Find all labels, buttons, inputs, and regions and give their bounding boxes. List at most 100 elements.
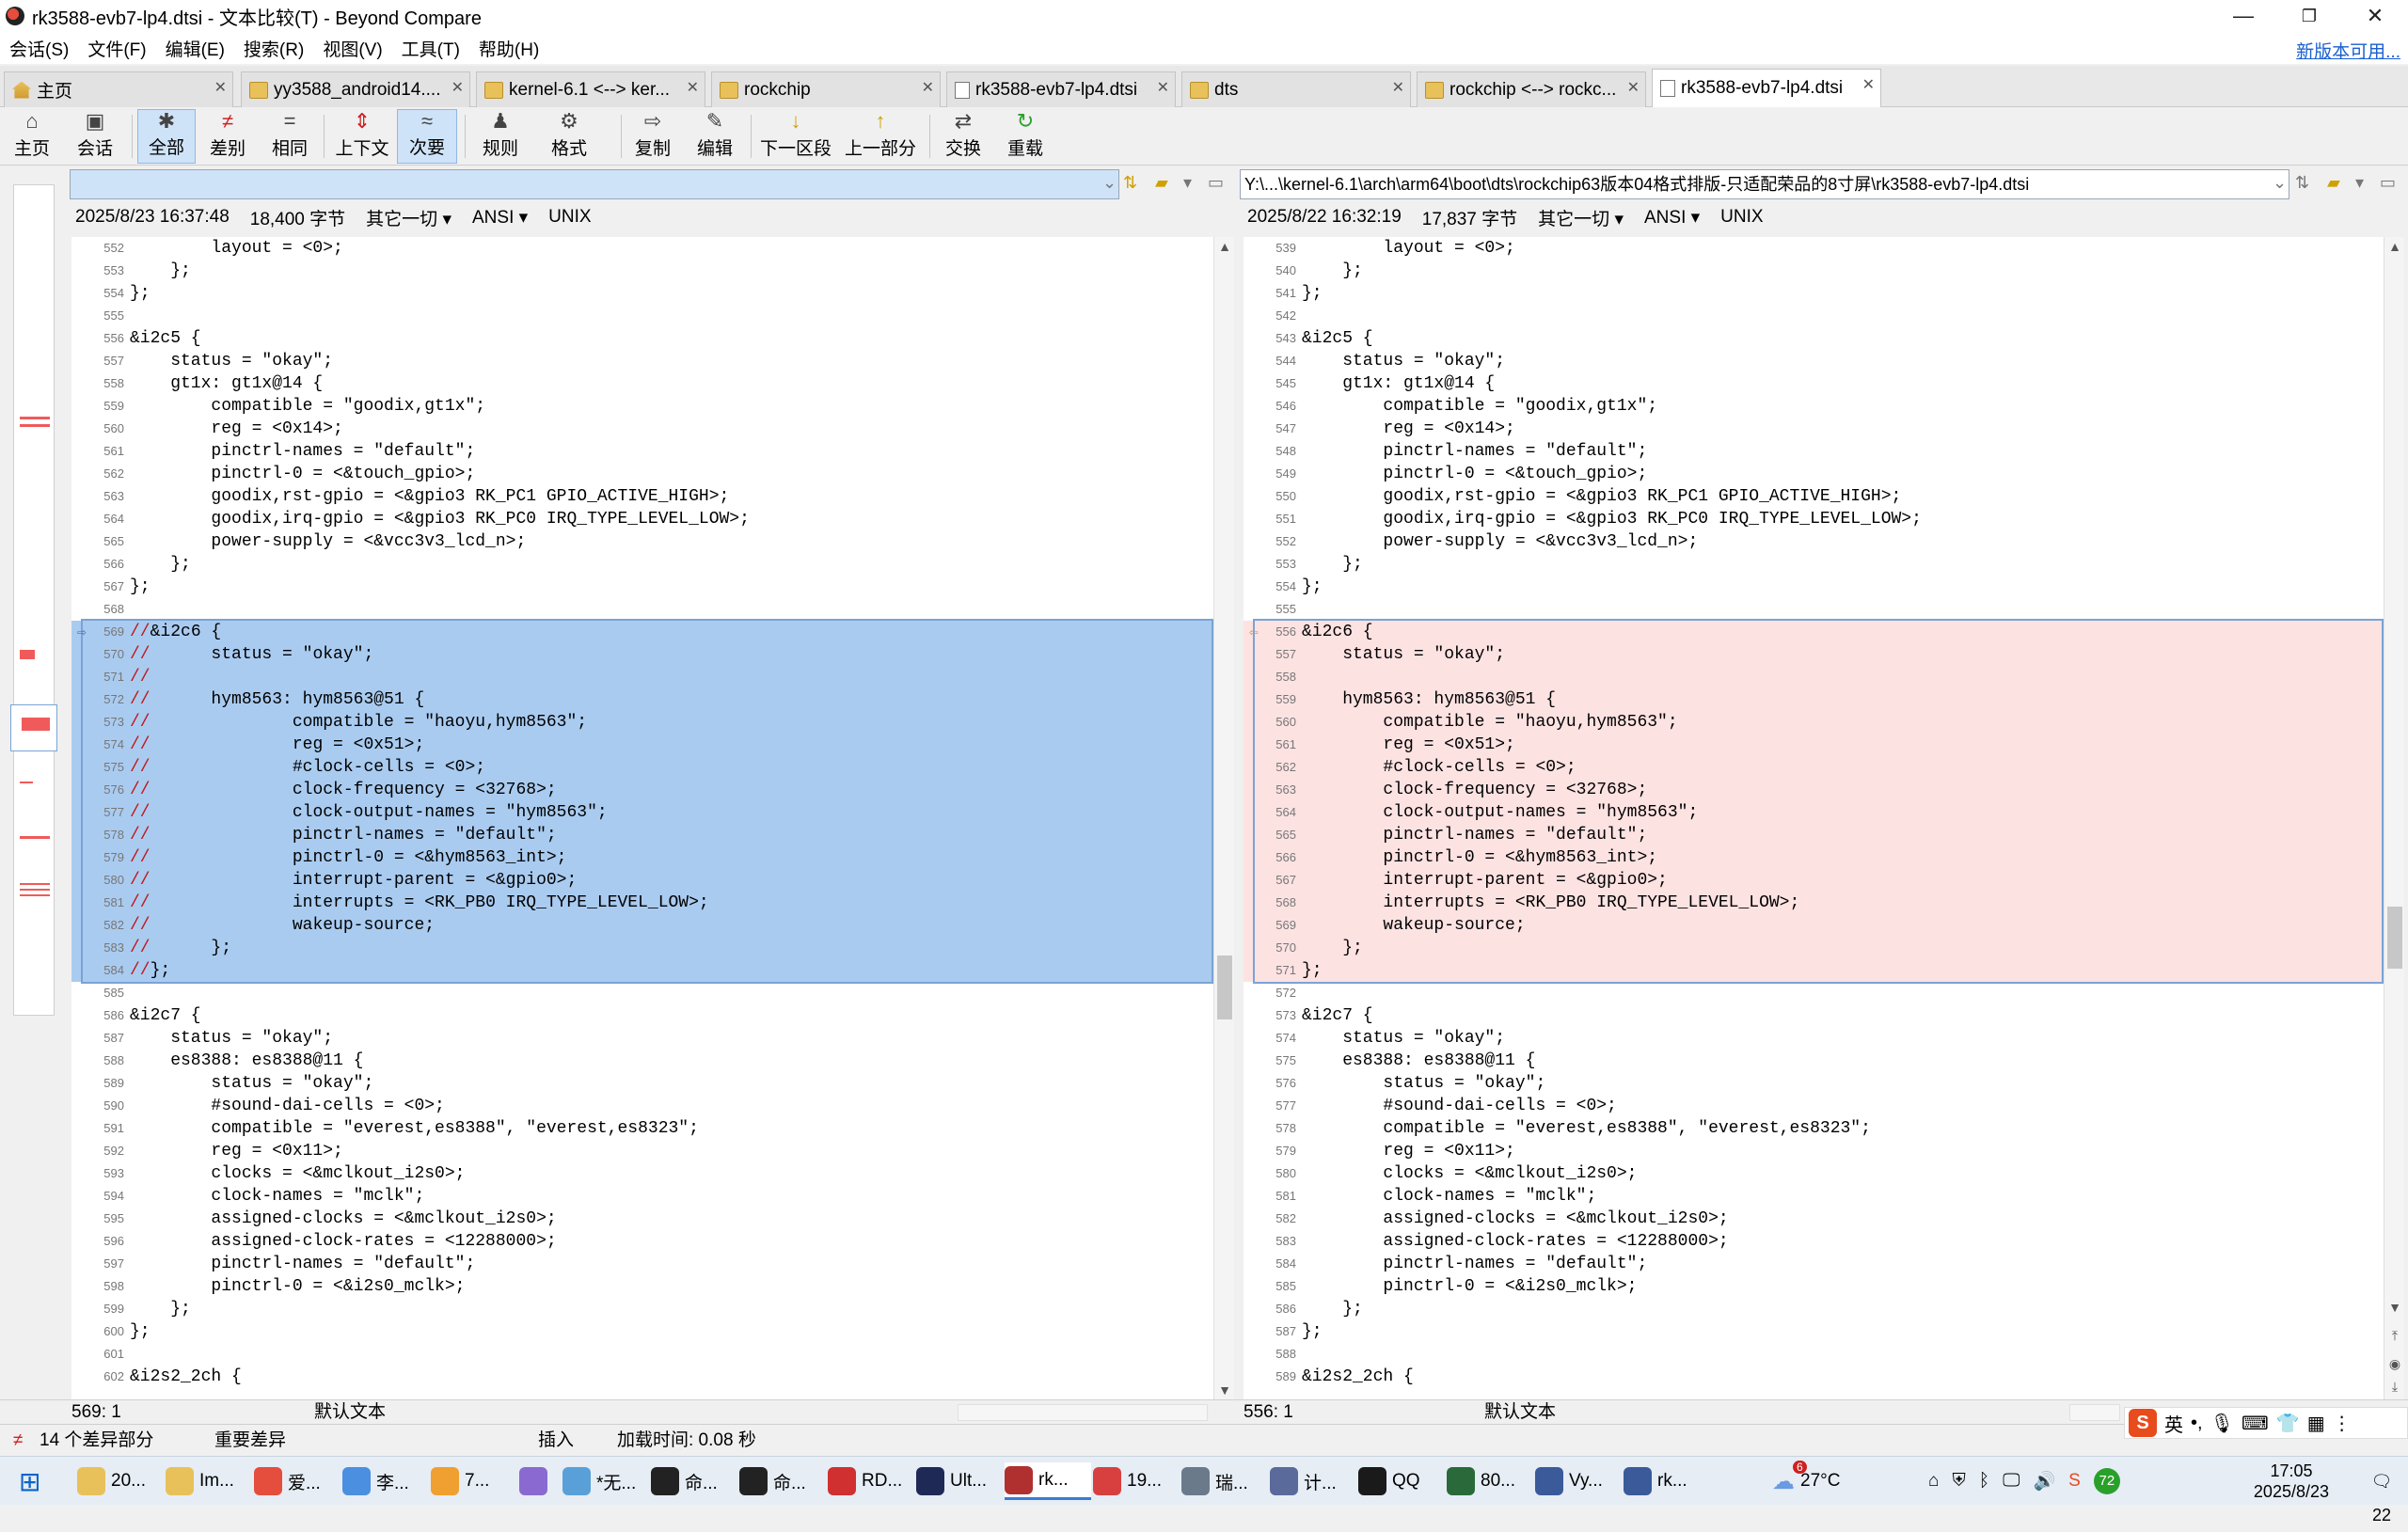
close-icon[interactable]: ✕ [687,78,699,97]
taskbar-app[interactable]: rk... [1624,1462,1710,1500]
scroll-down-icon[interactable]: ▼ [2384,1300,2405,1315]
code-line[interactable]: 556 &i2c5 { [71,327,1213,350]
save-icon[interactable]: ▭ [2380,173,2396,193]
code-line[interactable]: 539 layout = <0>; [1244,237,2384,260]
code-line[interactable]: 602 &i2s2_2ch { [71,1366,1213,1388]
taskbar-app[interactable]: RD... [828,1462,914,1500]
close-icon[interactable]: ✕ [1157,78,1169,97]
system-clock[interactable]: 17:05 2025/8/23 [2254,1461,2329,1502]
code-line[interactable]: 596 assigned-clock-rates = <12288000>; [71,1230,1213,1253]
usb-icon[interactable]: ⌂ [1928,1471,1939,1492]
code-line[interactable]: 546 compatible = "goodix,gt1x"; [1244,395,2384,418]
left-encoding-dropdown[interactable]: ANSI ▾ [472,207,528,229]
code-line[interactable]: 580 // interrupt-parent = <&gpio0>; [71,869,1213,892]
tab-kernel-compare[interactable]: kernel-6.1 <--> ker... ✕ [476,71,705,107]
code-line[interactable]: 550 goodix,rst-gpio = <&gpio3 RK_PC1 GPI… [1244,485,2384,508]
code-line[interactable]: 566 pinctrl-0 = <&hym8563_int>; [1244,846,2384,869]
code-line[interactable]: 594 clock-names = "mclk"; [71,1185,1213,1208]
code-line[interactable]: 584 pinctrl-names = "default"; [1244,1253,2384,1275]
code-line[interactable]: 560 reg = <0x14>; [71,418,1213,440]
code-line[interactable]: 583 assigned-clock-rates = <12288000>; [1244,1230,2384,1253]
code-line[interactable]: 595 assigned-clocks = <&mclkout_i2s0>; [71,1208,1213,1230]
code-line[interactable]: 585 [71,982,1213,1004]
menu-file[interactable]: 文件(F) [78,36,155,61]
swap-folder-icon[interactable]: ⇅ [2295,173,2309,193]
close-icon[interactable]: ✕ [214,78,227,97]
menu-edit[interactable]: 编辑(E) [156,36,234,61]
open-folder-icon[interactable]: ▰ [2327,173,2340,193]
tab-rk3588-dtsi-active[interactable]: rk3588-evb7-lp4.dtsi ✕ [1652,69,1881,107]
code-line[interactable]: 579 reg = <0x11>; [1244,1140,2384,1162]
code-line[interactable]: 586 }; [1244,1298,2384,1320]
code-line[interactable]: 565 pinctrl-names = "default"; [1244,824,2384,846]
code-line[interactable]: 545 gt1x: gt1x@14 { [1244,372,2384,395]
close-button[interactable]: ✕ [2342,0,2408,32]
copy-right-arrow-icon[interactable]: ⇨ [77,623,87,641]
minimize-button[interactable]: — [2210,0,2276,32]
code-line[interactable]: 593 clocks = <&mclkout_i2s0>; [71,1162,1213,1185]
code-line[interactable]: 559 compatible = "goodix,gt1x"; [71,395,1213,418]
taskbar-app[interactable]: 80... [1447,1462,1533,1500]
right-text-pane[interactable]: 539 layout = <0>; 540 }; 541}; 542 543 &i2c5 … [1244,237,2384,1399]
skin-icon[interactable]: 👕 [2276,1412,2300,1435]
code-line[interactable]: 554}; [71,282,1213,305]
code-line[interactable]: 542 [1244,305,2384,327]
code-line[interactable]: 567 interrupt-parent = <&gpio0>; [1244,869,2384,892]
code-line[interactable]: 569 wakeup-source; [1244,914,2384,937]
taskbar-app[interactable] [519,1462,561,1500]
taskbar-app[interactable]: 李... [342,1462,429,1500]
code-line[interactable]: 566 }; [71,553,1213,576]
code-line[interactable]: 552 power-supply = <&vcc3v3_lcd_n>; [1244,530,2384,553]
code-line[interactable]: 597 pinctrl-names = "default"; [71,1253,1213,1275]
toolbox-icon[interactable]: ▦ [2307,1412,2325,1435]
code-line[interactable]: 561 pinctrl-names = "default"; [71,440,1213,463]
session-button[interactable]: ▣ 会话 [62,109,128,164]
code-line[interactable]: 577 // clock-output-names = "hym8563"; [71,801,1213,824]
tab-dts[interactable]: dts ✕ [1181,71,1411,107]
code-line[interactable]: 587}; [1244,1320,2384,1343]
code-line[interactable]: 585 pinctrl-0 = <&i2s0_mclk>; [1244,1275,2384,1298]
new-version-link[interactable]: 新版本可用... [2296,38,2400,63]
network-icon[interactable]: 🖵 [2003,1471,2020,1492]
menu-search[interactable]: 搜索(R) [234,36,313,61]
scroll-up-icon[interactable]: ▲ [1214,239,1235,254]
code-line[interactable]: 554}; [1244,576,2384,598]
start-button[interactable]: ⊞ [19,1462,56,1500]
code-line[interactable]: 588 [1244,1343,2384,1366]
left-path-input[interactable] [70,169,1119,199]
left-text-pane[interactable]: 552 layout = <0>; 553 }; 554}; 555 556 &i2c5 … [71,237,1213,1399]
ime-language[interactable]: 英 [2164,1410,2183,1437]
code-line[interactable]: 547 reg = <0x14>; [1244,418,2384,440]
left-horizontal-scrollbar[interactable] [958,1404,1208,1421]
tab-home[interactable]: 主页 ✕ [4,71,233,107]
chevron-down-icon[interactable]: ▾ [1183,173,1192,193]
tab-rockchip-compare[interactable]: rockchip <--> rockc... ✕ [1417,71,1646,107]
ime-toolbar[interactable]: S 英 •, 🎙 ⌨ 👕 ▦ ⋮ [2124,1407,2408,1439]
code-line[interactable]: 587 status = "okay"; [71,1027,1213,1050]
bluetooth-icon[interactable]: ᛒ [1979,1471,1989,1492]
chevron-down-icon[interactable]: ▾ [2355,173,2364,193]
chevron-down-icon[interactable]: ⌄ [1102,173,1117,193]
code-line[interactable]: 560 compatible = "haoyu,hym8563"; [1244,711,2384,734]
code-line[interactable]: 586 &i2c7 { [71,1004,1213,1027]
scroll-top-icon[interactable]: ⤒ [2384,1328,2405,1344]
code-line[interactable]: 543 &i2c5 { [1244,327,2384,350]
home-button[interactable]: ⌂ 主页 [6,109,58,164]
code-line[interactable]: 563 goodix,rst-gpio = <&gpio3 RK_PC1 GPI… [71,485,1213,508]
code-line[interactable]: 592 reg = <0x11>; [71,1140,1213,1162]
code-line[interactable]: 572 // hym8563: hym8563@51 { [71,688,1213,711]
code-line[interactable]: 589 &i2s2_2ch { [1244,1366,2384,1388]
taskbar-app[interactable]: 计... [1270,1462,1356,1500]
microphone-icon[interactable]: 🎙 [2210,1412,2234,1435]
open-folder-icon[interactable]: ▰ [1155,173,1168,193]
code-line[interactable]: 578 // pinctrl-names = "default"; [71,824,1213,846]
taskbar-app[interactable]: Im... [166,1462,252,1500]
code-line[interactable]: 576 // clock-frequency = <32768>; [71,779,1213,801]
code-line[interactable]: 581 // interrupts = <RK_PB0 IRQ_TYPE_LEVE… [71,892,1213,914]
taskbar-app[interactable]: Ult... [916,1462,1003,1500]
code-line[interactable]: 591 compatible = "everest,es8388", "ever… [71,1117,1213,1140]
right-other-dropdown[interactable]: 其它一切 ▾ [1538,205,1624,230]
taskbar-app[interactable]: 命... [651,1462,737,1500]
code-line[interactable]: 583 // }; [71,937,1213,959]
restore-button[interactable]: ❐ [2276,0,2342,32]
